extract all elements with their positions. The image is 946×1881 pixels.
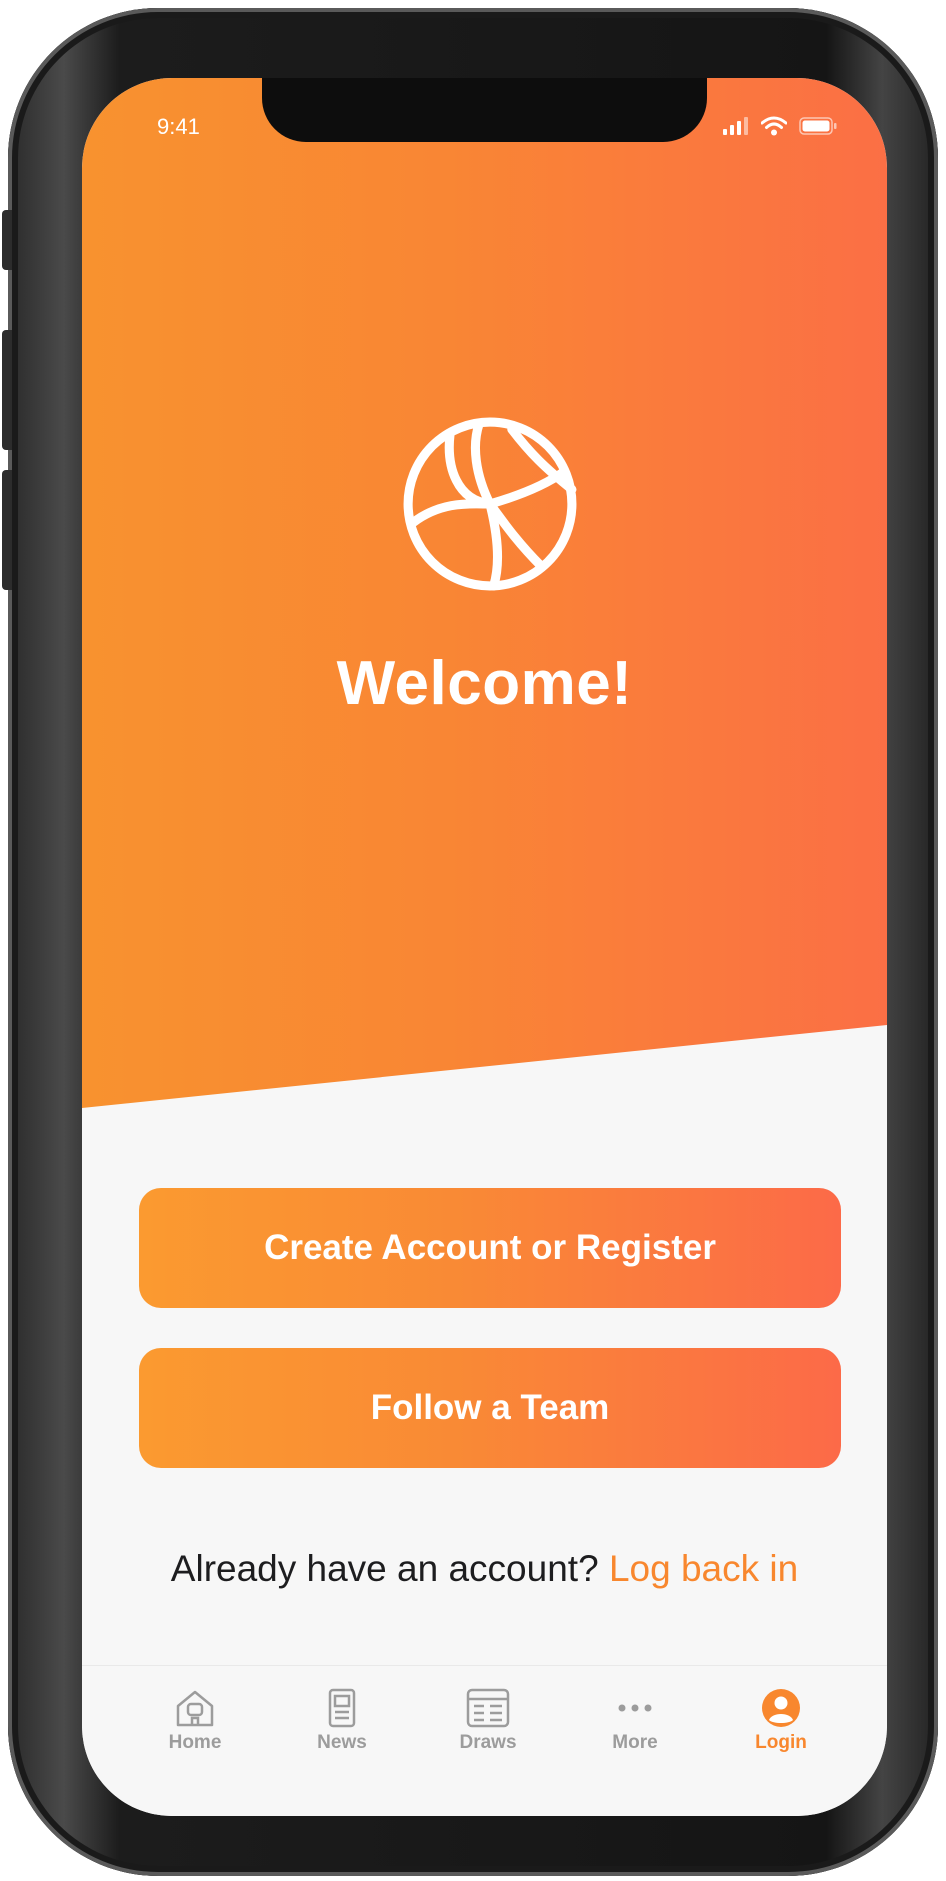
tab-more[interactable]: More <box>585 1688 685 1754</box>
volume-up-button <box>2 330 12 450</box>
tab-home[interactable]: Home <box>145 1688 245 1754</box>
tab-news[interactable]: News <box>292 1688 392 1754</box>
news-icon <box>328 1688 356 1728</box>
tab-label-draws: Draws <box>459 1732 517 1753</box>
tab-draws[interactable]: Draws <box>438 1688 538 1754</box>
tab-login[interactable]: Login <box>731 1688 831 1754</box>
login-prompt: Already have an account? Log back in <box>82 1548 887 1590</box>
more-icon <box>618 1704 652 1712</box>
user-icon <box>762 1689 800 1727</box>
battery-icon <box>799 117 837 135</box>
tab-label-login: Login <box>755 1732 807 1753</box>
status-icons <box>723 116 837 136</box>
log-back-in-link[interactable]: Log back in <box>609 1548 798 1589</box>
hero-banner <box>82 78 887 1108</box>
device-notch <box>262 78 707 142</box>
login-prompt-text: Already have an account? <box>170 1548 599 1589</box>
signal-icon <box>723 117 748 135</box>
status-time: 9:41 <box>157 114 200 139</box>
volume-down-button <box>2 470 12 590</box>
follow-team-button[interactable]: Follow a Team <box>139 1348 841 1468</box>
create-account-button[interactable]: Create Account or Register <box>139 1188 841 1308</box>
draws-icon <box>466 1688 510 1728</box>
welcome-title: Welcome! <box>336 649 633 718</box>
home-icon <box>176 1690 214 1727</box>
volleyball-icon <box>403 417 577 591</box>
wifi-icon <box>761 116 787 136</box>
bottom-tab-bar: Home News Draws More Login <box>82 1665 887 1816</box>
tab-label-more: More <box>612 1732 658 1753</box>
side-button <box>2 210 12 270</box>
tab-label-news: News <box>317 1732 367 1753</box>
app-screen: 9:41 Welcome! Create Account or Register… <box>82 78 887 1816</box>
tab-label-home: Home <box>168 1732 222 1753</box>
